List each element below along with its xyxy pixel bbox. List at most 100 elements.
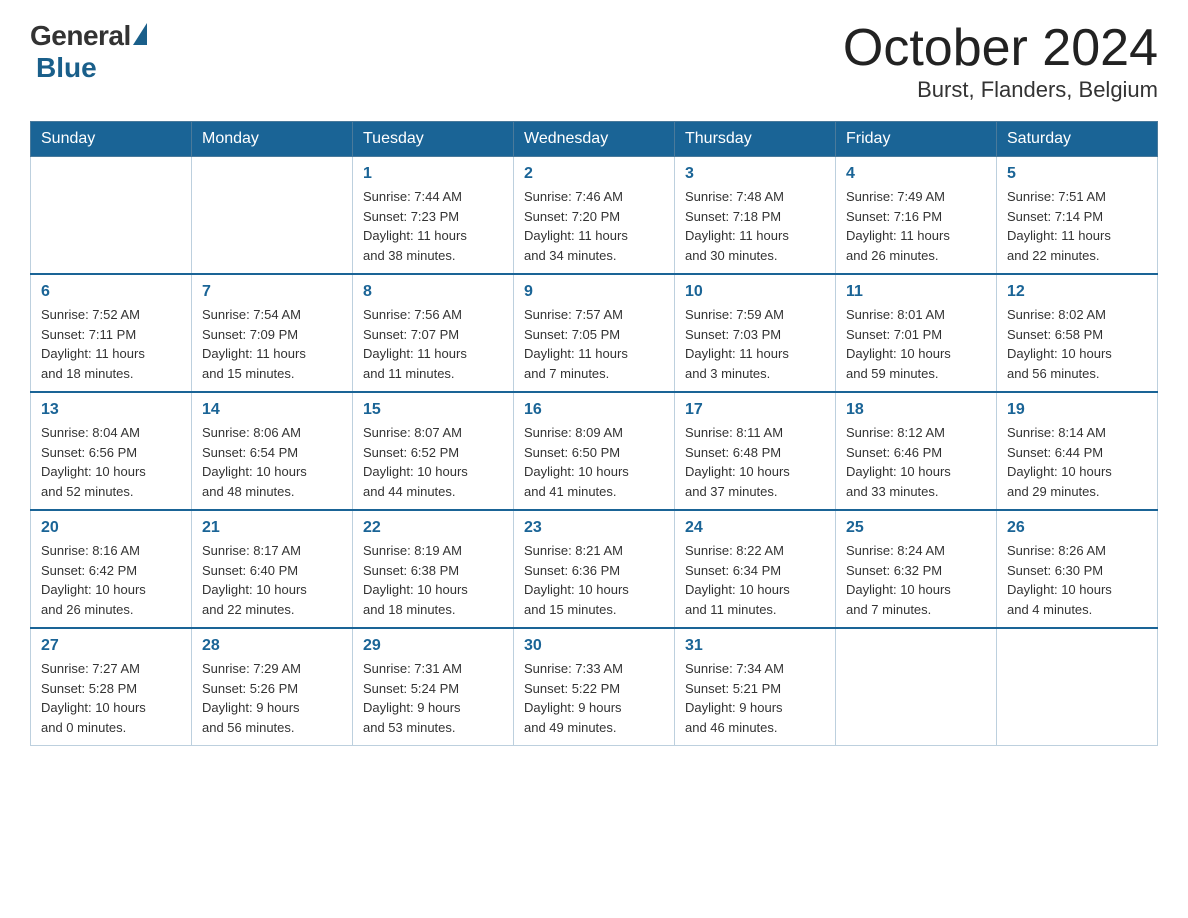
calendar-cell: 1 Sunrise: 7:44 AM Sunset: 7:23 PM Daylig… (353, 157, 514, 275)
calendar-cell: 29 Sunrise: 7:31 AM Sunset: 5:24 PM Dayli… (353, 628, 514, 746)
day-number: 27 (41, 637, 181, 655)
week-row-5: 27 Sunrise: 7:27 AM Sunset: 5:28 PM Dayli… (31, 628, 1158, 746)
day-info: Sunrise: 8:11 AM Sunset: 6:48 PM Dayligh… (685, 423, 825, 501)
calendar-cell: 30 Sunrise: 7:33 AM Sunset: 5:22 PM Dayli… (514, 628, 675, 746)
day-number: 1 (363, 165, 503, 183)
day-info: Sunrise: 7:44 AM Sunset: 7:23 PM Dayligh… (363, 187, 503, 265)
day-number: 13 (41, 401, 181, 419)
day-number: 30 (524, 637, 664, 655)
day-info: Sunrise: 8:14 AM Sunset: 6:44 PM Dayligh… (1007, 423, 1147, 501)
logo-blue-text: Blue (36, 52, 97, 83)
day-number: 10 (685, 283, 825, 301)
calendar-header-row: SundayMondayTuesdayWednesdayThursdayFrid… (31, 122, 1158, 157)
day-info: Sunrise: 8:24 AM Sunset: 6:32 PM Dayligh… (846, 541, 986, 619)
day-info: Sunrise: 7:48 AM Sunset: 7:18 PM Dayligh… (685, 187, 825, 265)
day-info: Sunrise: 7:31 AM Sunset: 5:24 PM Dayligh… (363, 659, 503, 737)
day-number: 2 (524, 165, 664, 183)
logo: General Blue (30, 20, 147, 84)
day-info: Sunrise: 8:21 AM Sunset: 6:36 PM Dayligh… (524, 541, 664, 619)
calendar-cell: 7 Sunrise: 7:54 AM Sunset: 7:09 PM Daylig… (192, 274, 353, 392)
day-number: 9 (524, 283, 664, 301)
day-info: Sunrise: 8:06 AM Sunset: 6:54 PM Dayligh… (202, 423, 342, 501)
day-info: Sunrise: 8:26 AM Sunset: 6:30 PM Dayligh… (1007, 541, 1147, 619)
day-info: Sunrise: 7:49 AM Sunset: 7:16 PM Dayligh… (846, 187, 986, 265)
calendar-cell: 6Sunrise: 7:52 AM Sunset: 7:11 PM Daylig… (31, 274, 192, 392)
calendar-cell: 11 Sunrise: 8:01 AM Sunset: 7:01 PM Dayli… (836, 274, 997, 392)
column-header-thursday: Thursday (675, 122, 836, 157)
day-number: 15 (363, 401, 503, 419)
page-header: General Blue October 2024 Burst, Flander… (30, 20, 1158, 103)
calendar-cell: 26Sunrise: 8:26 AM Sunset: 6:30 PM Dayli… (997, 510, 1158, 628)
day-info: Sunrise: 8:16 AM Sunset: 6:42 PM Dayligh… (41, 541, 181, 619)
day-number: 29 (363, 637, 503, 655)
day-info: Sunrise: 8:19 AM Sunset: 6:38 PM Dayligh… (363, 541, 503, 619)
month-title: October 2024 (843, 20, 1158, 77)
day-number: 22 (363, 519, 503, 537)
day-number: 23 (524, 519, 664, 537)
day-info: Sunrise: 7:57 AM Sunset: 7:05 PM Dayligh… (524, 305, 664, 383)
day-info: Sunrise: 8:01 AM Sunset: 7:01 PM Dayligh… (846, 305, 986, 383)
week-row-4: 20 Sunrise: 8:16 AM Sunset: 6:42 PM Dayli… (31, 510, 1158, 628)
day-info: Sunrise: 8:22 AM Sunset: 6:34 PM Dayligh… (685, 541, 825, 619)
day-number: 21 (202, 519, 342, 537)
day-info: Sunrise: 8:07 AM Sunset: 6:52 PM Dayligh… (363, 423, 503, 501)
day-number: 16 (524, 401, 664, 419)
day-number: 11 (846, 283, 986, 301)
day-number: 3 (685, 165, 825, 183)
logo-triangle-icon (133, 23, 147, 45)
day-info: Sunrise: 7:51 AM Sunset: 7:14 PM Dayligh… (1007, 187, 1147, 265)
day-number: 28 (202, 637, 342, 655)
calendar-cell: 13 Sunrise: 8:04 AM Sunset: 6:56 PM Dayli… (31, 392, 192, 510)
day-number: 20 (41, 519, 181, 537)
title-section: October 2024 Burst, Flanders, Belgium (843, 20, 1158, 103)
calendar-cell: 16 Sunrise: 8:09 AM Sunset: 6:50 PM Dayli… (514, 392, 675, 510)
calendar-cell: 25Sunrise: 8:24 AM Sunset: 6:32 PM Dayli… (836, 510, 997, 628)
calendar-cell: 22 Sunrise: 8:19 AM Sunset: 6:38 PM Dayli… (353, 510, 514, 628)
day-number: 12 (1007, 283, 1147, 301)
column-header-tuesday: Tuesday (353, 122, 514, 157)
day-info: Sunrise: 7:34 AM Sunset: 5:21 PM Dayligh… (685, 659, 825, 737)
day-info: Sunrise: 7:27 AM Sunset: 5:28 PM Dayligh… (41, 659, 181, 737)
day-number: 4 (846, 165, 986, 183)
calendar-cell: 14 Sunrise: 8:06 AM Sunset: 6:54 PM Dayli… (192, 392, 353, 510)
day-info: Sunrise: 7:46 AM Sunset: 7:20 PM Dayligh… (524, 187, 664, 265)
calendar-cell: 27 Sunrise: 7:27 AM Sunset: 5:28 PM Dayli… (31, 628, 192, 746)
day-number: 17 (685, 401, 825, 419)
day-info: Sunrise: 7:56 AM Sunset: 7:07 PM Dayligh… (363, 305, 503, 383)
day-info: Sunrise: 8:02 AM Sunset: 6:58 PM Dayligh… (1007, 305, 1147, 383)
day-number: 7 (202, 283, 342, 301)
day-number: 6 (41, 283, 181, 301)
day-info: Sunrise: 8:12 AM Sunset: 6:46 PM Dayligh… (846, 423, 986, 501)
calendar-cell (836, 628, 997, 746)
calendar-cell: 24 Sunrise: 8:22 AM Sunset: 6:34 PM Dayli… (675, 510, 836, 628)
week-row-3: 13 Sunrise: 8:04 AM Sunset: 6:56 PM Dayli… (31, 392, 1158, 510)
day-info: Sunrise: 8:17 AM Sunset: 6:40 PM Dayligh… (202, 541, 342, 619)
calendar-cell: 31 Sunrise: 7:34 AM Sunset: 5:21 PM Dayli… (675, 628, 836, 746)
day-info: Sunrise: 7:54 AM Sunset: 7:09 PM Dayligh… (202, 305, 342, 383)
calendar-cell: 19Sunrise: 8:14 AM Sunset: 6:44 PM Dayli… (997, 392, 1158, 510)
column-header-friday: Friday (836, 122, 997, 157)
calendar-cell (997, 628, 1158, 746)
calendar-cell: 12 Sunrise: 8:02 AM Sunset: 6:58 PM Dayli… (997, 274, 1158, 392)
calendar-cell: 17 Sunrise: 8:11 AM Sunset: 6:48 PM Dayli… (675, 392, 836, 510)
day-number: 31 (685, 637, 825, 655)
calendar-cell (192, 157, 353, 275)
calendar-cell: 3 Sunrise: 7:48 AM Sunset: 7:18 PM Daylig… (675, 157, 836, 275)
day-info: Sunrise: 7:59 AM Sunset: 7:03 PM Dayligh… (685, 305, 825, 383)
calendar-cell: 2 Sunrise: 7:46 AM Sunset: 7:20 PM Daylig… (514, 157, 675, 275)
calendar-cell: 18Sunrise: 8:12 AM Sunset: 6:46 PM Dayli… (836, 392, 997, 510)
column-header-saturday: Saturday (997, 122, 1158, 157)
location-text: Burst, Flanders, Belgium (843, 77, 1158, 103)
day-info: Sunrise: 7:33 AM Sunset: 5:22 PM Dayligh… (524, 659, 664, 737)
column-header-sunday: Sunday (31, 122, 192, 157)
calendar-cell: 21 Sunrise: 8:17 AM Sunset: 6:40 PM Dayli… (192, 510, 353, 628)
day-info: Sunrise: 8:04 AM Sunset: 6:56 PM Dayligh… (41, 423, 181, 501)
calendar-cell: 5 Sunrise: 7:51 AM Sunset: 7:14 PM Daylig… (997, 157, 1158, 275)
calendar-cell: 4 Sunrise: 7:49 AM Sunset: 7:16 PM Daylig… (836, 157, 997, 275)
day-number: 24 (685, 519, 825, 537)
calendar-cell: 20 Sunrise: 8:16 AM Sunset: 6:42 PM Dayli… (31, 510, 192, 628)
column-header-monday: Monday (192, 122, 353, 157)
day-info: Sunrise: 8:09 AM Sunset: 6:50 PM Dayligh… (524, 423, 664, 501)
day-number: 14 (202, 401, 342, 419)
day-number: 5 (1007, 165, 1147, 183)
